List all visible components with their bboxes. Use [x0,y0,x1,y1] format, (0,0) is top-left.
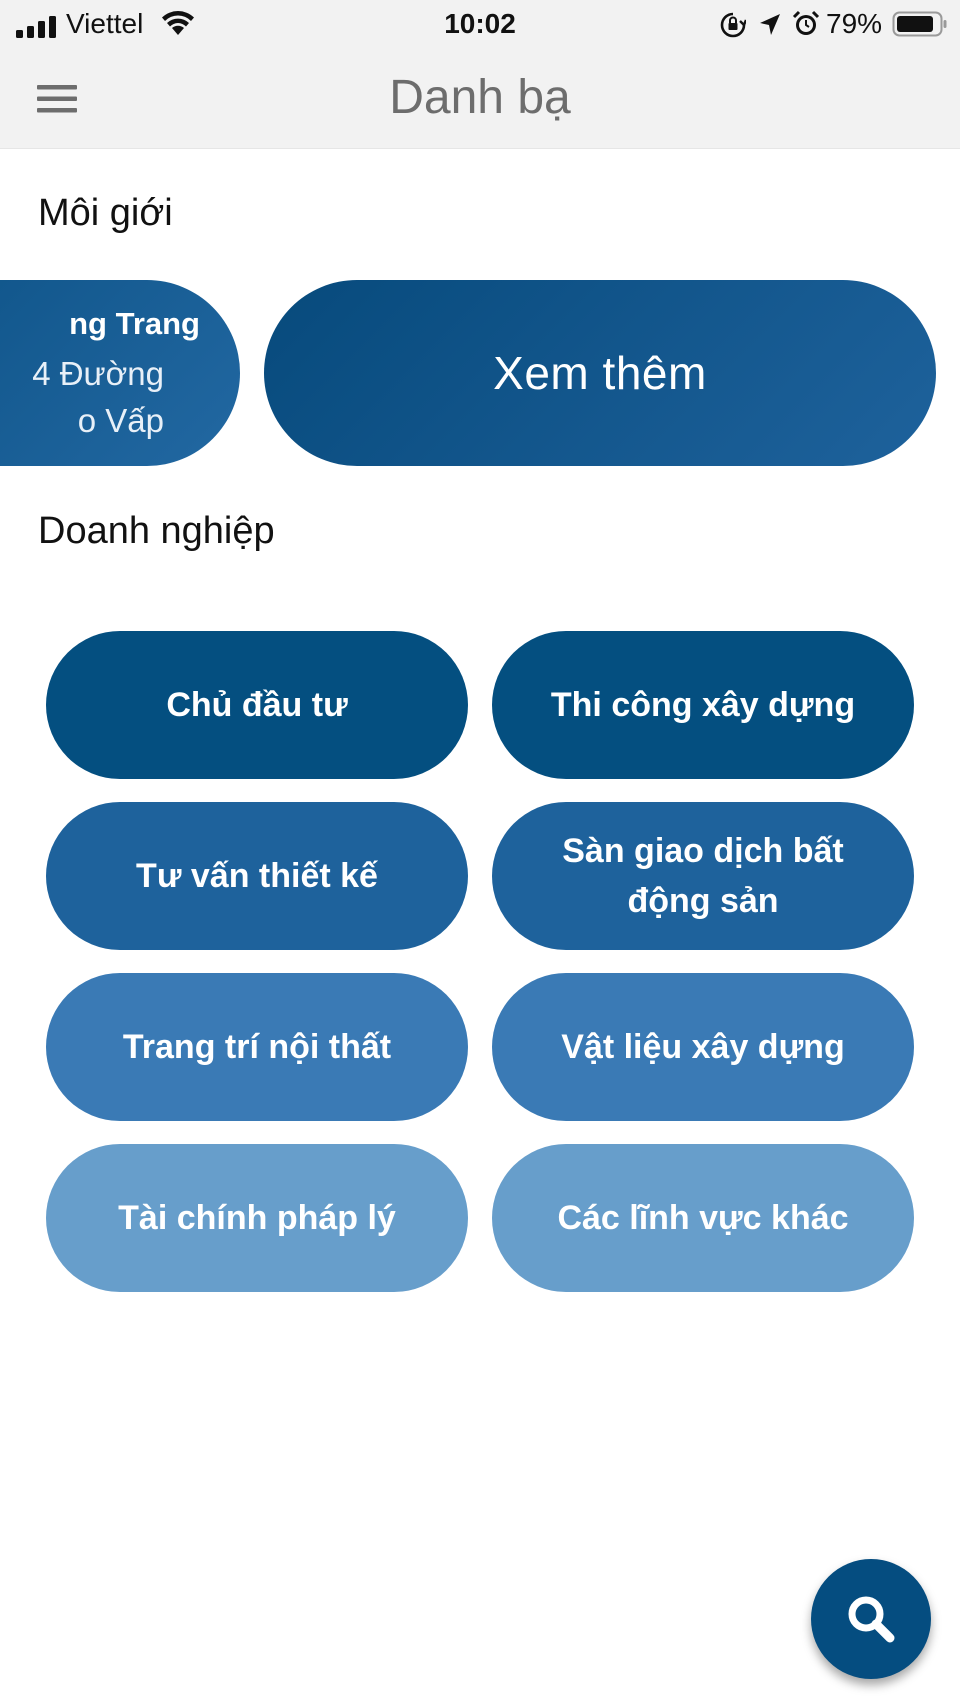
category-button-investor[interactable]: Chủ đầu tư [46,631,468,779]
location-arrow-icon [760,14,780,35]
broker-address-line2: o Vấp [77,402,164,439]
broker-card[interactable]: ng Trang 4 Đường o Vấp [0,280,240,466]
page-title: Danh bạ [389,71,571,124]
search-icon [848,1596,895,1643]
battery-percent: 79% [826,8,883,39]
category-button-finance-legal[interactable]: Tài chính pháp lý [46,1144,468,1292]
category-button-building-materials[interactable]: Vật liệu xây dựng [492,973,914,1121]
category-button-other-fields[interactable]: Các lĩnh vực khác [492,1144,914,1292]
status-bar: Viettel 10:02 79% [0,0,960,50]
alarm-icon [792,10,820,35]
section-heading-business: Doanh nghiệp [38,510,275,552]
orientation-lock-icon [720,12,746,38]
category-button-design-consulting[interactable]: Tư vấn thiết kế [46,802,468,950]
broker-address-line1: 4 Đường [32,355,164,392]
category-button-construction[interactable]: Thi công xây dựng [492,631,914,779]
broker-name: ng Trang [69,306,200,341]
see-more-button[interactable]: Xem thêm [264,280,936,466]
battery-icon [892,11,947,37]
nav-bar: Danh bạ [0,50,960,149]
search-button[interactable] [811,1559,931,1679]
category-button-real-estate-exchange[interactable]: Sàn giao dịch bất động sản [492,802,914,950]
section-heading-broker: Môi giới [38,192,173,234]
category-button-interior-decoration[interactable]: Trang trí nội thất [46,973,468,1121]
broker-address: 4 Đường o Vấp [0,350,164,444]
broker-carousel[interactable]: ng Trang 4 Đường o Vấp Xem thêm [0,280,960,466]
